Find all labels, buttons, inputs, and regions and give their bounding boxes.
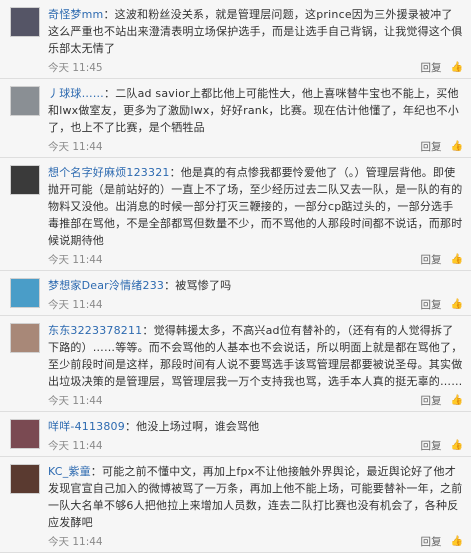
comment-text: 丿球球……：二队ad savior上都比他上可能性大，他上喜咪替牛宝也不能上，买… [48, 85, 463, 136]
reply-button[interactable]: 回复 [421, 297, 442, 312]
comment-item: 丿球球……：二队ad savior上都比他上可能性大，他上喜咪替牛宝也不能上，买… [0, 79, 471, 158]
comment-body: ：这波和粉丝没关系，就是管理层问题，这prince因为三外援录被冲了这么严重也不… [48, 8, 463, 55]
thumbs-up-icon: 👍 [450, 298, 463, 310]
comment-actions: 回复 👍 [421, 393, 463, 408]
comment-item: 东东3223378211：觉得韩援太多，不高兴ad位有替补的，（还有有的人觉得拆… [0, 316, 471, 412]
thumbs-up-icon: 👍 [450, 253, 463, 265]
comment-text: 想个名字好麻烦123321：他是真的有点惨我都要怜爱他了（。）管理层背他。即使抛… [48, 164, 463, 249]
username-link[interactable]: 丿球球…… [48, 87, 104, 100]
comment-text: KC_紫童：可能之前不懂中文，再加上fpx不让他接触外界舆论，最近舆论好了他才发… [48, 463, 463, 531]
like-button[interactable]: 👍 [451, 139, 463, 154]
timestamp: 今天 11:44 [48, 140, 103, 153]
comment-actions: 回复 👍 [421, 139, 463, 154]
avatar[interactable] [10, 278, 40, 308]
username-link[interactable]: 奇怪梦mm [48, 8, 103, 21]
comment-actions: 回复 👍 [421, 438, 463, 453]
avatar[interactable] [10, 165, 40, 195]
username-link[interactable]: 梦想家Dear泠情绪233 [48, 279, 164, 292]
comment-item: KC_紫童：可能之前不懂中文，再加上fpx不让他接触外界舆论，最近舆论好了他才发… [0, 457, 471, 553]
avatar[interactable] [10, 323, 40, 353]
username-link[interactable]: 东东3223378211 [48, 324, 142, 337]
comment-meta: 今天 11:44 回复 👍 [48, 139, 463, 153]
avatar[interactable] [10, 7, 40, 37]
comment-actions: 回复 👍 [421, 252, 463, 267]
comment-text: 梦想家Dear泠情绪233：被骂惨了吗 [48, 277, 463, 294]
like-button[interactable]: 👍 [451, 297, 463, 312]
username-link[interactable]: KC_紫童 [48, 465, 91, 478]
comment-list: 奇怪梦mm：这波和粉丝没关系，就是管理层问题，这prince因为三外援录被冲了这… [0, 0, 471, 553]
avatar[interactable] [10, 464, 40, 494]
timestamp: 今天 11:44 [48, 394, 103, 407]
like-button[interactable]: 👍 [451, 393, 463, 408]
comment-meta: 今天 11:44 回复 👍 [48, 393, 463, 407]
like-button[interactable]: 👍 [451, 438, 463, 453]
thumbs-up-icon: 👍 [450, 439, 463, 451]
username-link[interactable]: 咩咩-4113809 [48, 420, 125, 433]
avatar[interactable] [10, 419, 40, 449]
comment-text: 咩咩-4113809：他没上场过啊，谁会骂他 [48, 418, 463, 435]
comment-body: ：可能之前不懂中文，再加上fpx不让他接触外界舆论，最近舆论好了他才发现官宣自己… [48, 465, 463, 529]
comment-meta: 今天 11:44 回复 👍 [48, 534, 463, 548]
thumbs-up-icon: 👍 [450, 535, 463, 547]
comment-meta: 今天 11:44 回复 👍 [48, 252, 463, 266]
comment-body: ：被骂惨了吗 [164, 279, 232, 292]
reply-button[interactable]: 回复 [421, 60, 442, 75]
comment-meta: 今天 11:44 回复 👍 [48, 438, 463, 452]
thumbs-up-icon: 👍 [450, 394, 463, 406]
timestamp: 今天 11:44 [48, 535, 103, 548]
timestamp: 今天 11:45 [48, 61, 103, 74]
comment-actions: 回复 👍 [421, 60, 463, 75]
comment-body: ：他没上场过啊，谁会骂他 [124, 420, 260, 433]
comment-item: 咩咩-4113809：他没上场过啊，谁会骂他 今天 11:44 回复 👍 [0, 412, 471, 457]
comment-meta: 今天 11:45 回复 👍 [48, 60, 463, 74]
comment-body: ：二队ad savior上都比他上可能性大，他上喜咪替牛宝也不能上，买他和lwx… [48, 87, 459, 134]
like-button[interactable]: 👍 [451, 252, 463, 267]
reply-button[interactable]: 回复 [421, 393, 442, 408]
reply-button[interactable]: 回复 [421, 252, 442, 267]
comment-item: 奇怪梦mm：这波和粉丝没关系，就是管理层问题，这prince因为三外援录被冲了这… [0, 0, 471, 79]
comment-text: 奇怪梦mm：这波和粉丝没关系，就是管理层问题，这prince因为三外援录被冲了这… [48, 6, 463, 57]
comment-text: 东东3223378211：觉得韩援太多，不高兴ad位有替补的，（还有有的人觉得拆… [48, 322, 463, 390]
timestamp: 今天 11:44 [48, 298, 103, 311]
avatar[interactable] [10, 86, 40, 116]
like-button[interactable]: 👍 [451, 60, 463, 75]
reply-button[interactable]: 回复 [421, 438, 442, 453]
timestamp: 今天 11:44 [48, 439, 103, 452]
reply-button[interactable]: 回复 [421, 534, 442, 549]
comment-item: 想个名字好麻烦123321：他是真的有点惨我都要怜爱他了（。）管理层背他。即使抛… [0, 158, 471, 271]
thumbs-up-icon: 👍 [450, 140, 463, 152]
timestamp: 今天 11:44 [48, 253, 103, 266]
comment-actions: 回复 👍 [421, 297, 463, 312]
username-link[interactable]: 想个名字好麻烦123321 [48, 166, 170, 179]
like-button[interactable]: 👍 [451, 534, 463, 549]
comment-meta: 今天 11:44 回复 👍 [48, 297, 463, 311]
comment-actions: 回复 👍 [421, 534, 463, 549]
thumbs-up-icon: 👍 [450, 61, 463, 73]
comment-item: 梦想家Dear泠情绪233：被骂惨了吗 今天 11:44 回复 👍 [0, 271, 471, 316]
reply-button[interactable]: 回复 [421, 139, 442, 154]
